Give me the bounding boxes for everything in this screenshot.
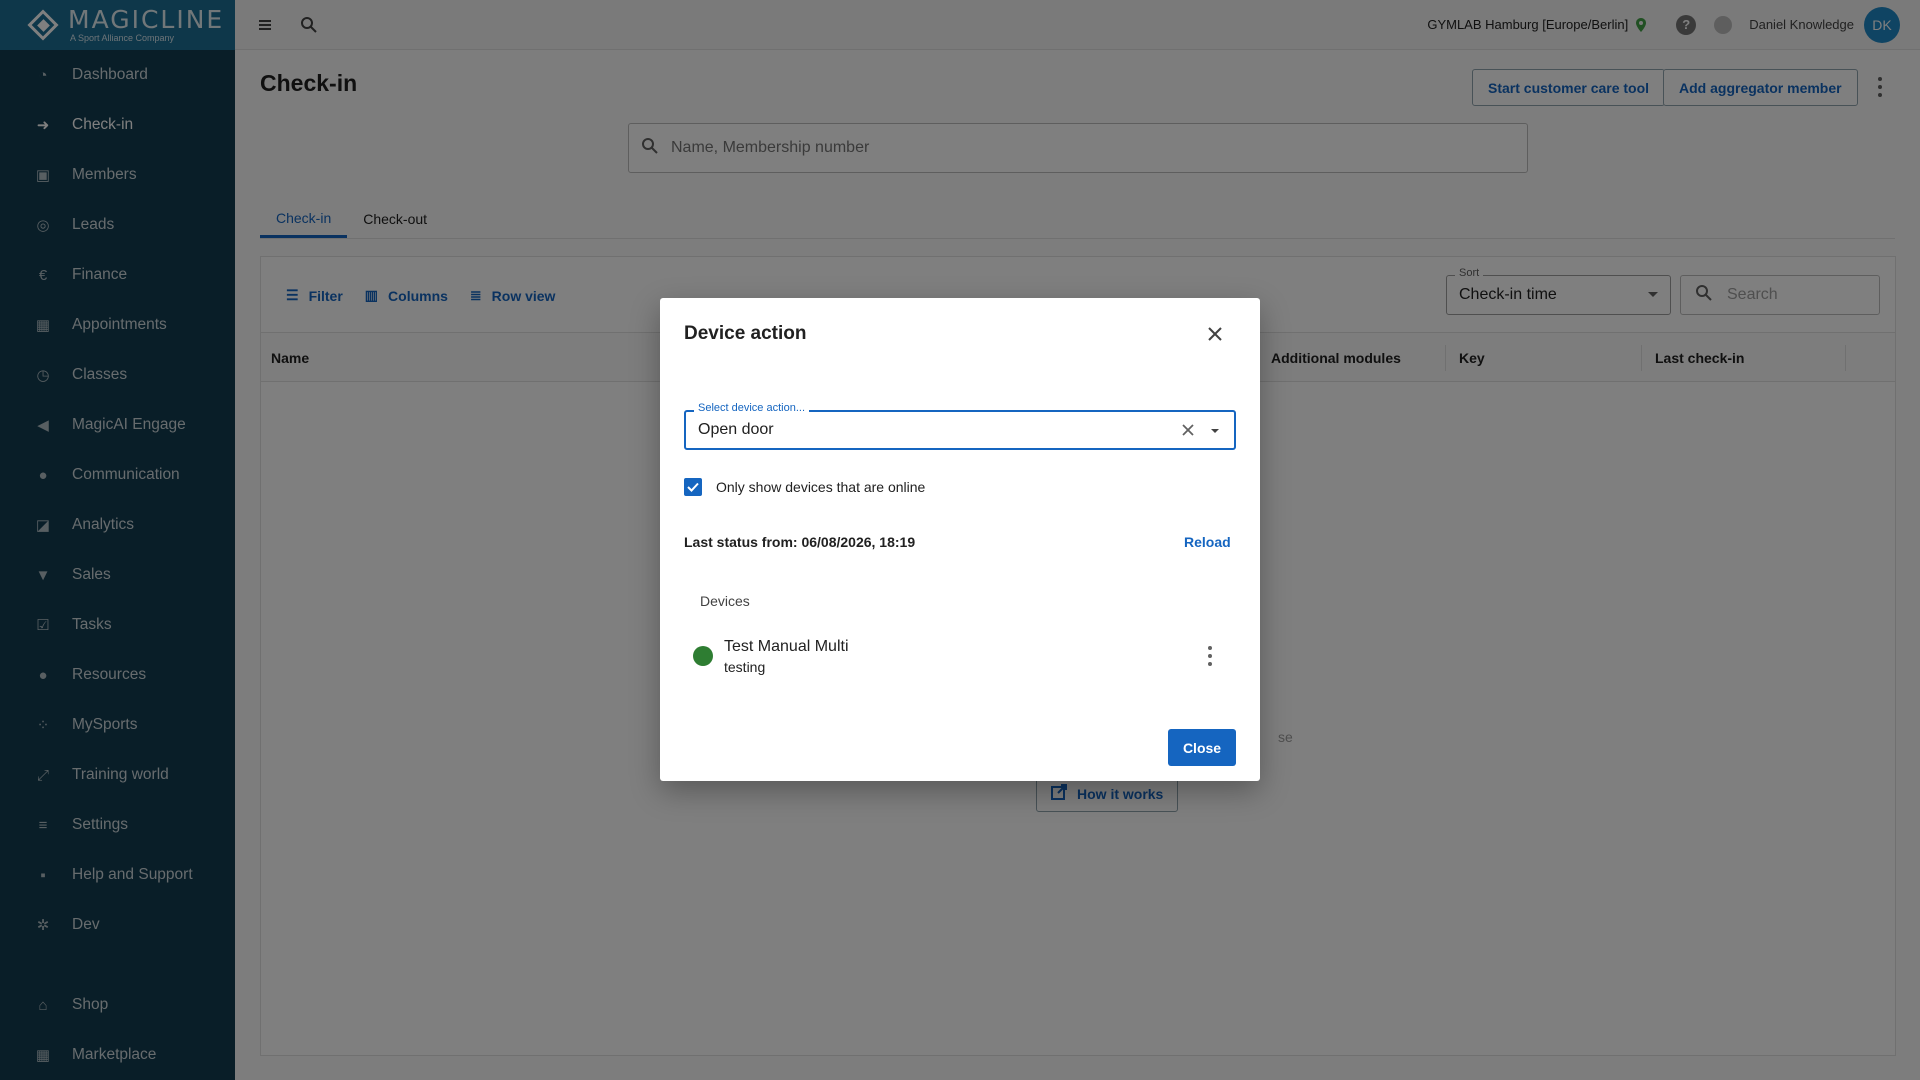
device-description: testing [724, 659, 766, 675]
device-action-label: Select device action... [694, 402, 810, 414]
close-icon[interactable] [1203, 322, 1227, 346]
close-button[interactable]: Close [1168, 729, 1236, 766]
online-only-checkbox-row[interactable]: Only show devices that are online [684, 478, 925, 496]
device-action-value: Open door [698, 421, 774, 438]
last-status-text: Last status from: 06/08/2026, 18:19 [684, 534, 916, 550]
reload-button[interactable]: Reload [1184, 534, 1231, 550]
dialog-title: Device action [684, 323, 807, 344]
clear-icon[interactable] [1180, 422, 1196, 438]
device-action-select[interactable]: Select device action... Open door [684, 402, 1236, 450]
device-list-item[interactable]: Test Manual Multi testing [693, 636, 1223, 676]
device-name: Test Manual Multi [724, 638, 849, 655]
more-vert-icon[interactable] [1203, 646, 1217, 666]
online-only-checkbox[interactable] [684, 478, 702, 496]
devices-heading: Devices [700, 593, 750, 609]
online-only-label: Only show devices that are online [716, 479, 926, 495]
online-status-dot [693, 646, 713, 666]
chevron-down-icon[interactable] [1211, 429, 1219, 433]
device-action-dialog: Device action Select device action... Op… [660, 298, 1260, 781]
